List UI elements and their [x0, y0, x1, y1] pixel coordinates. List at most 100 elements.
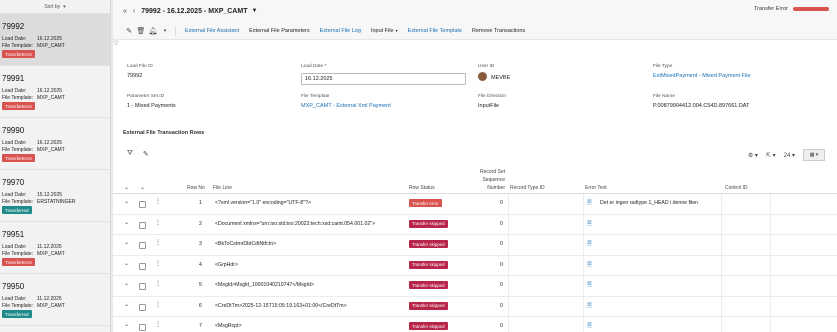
- main-panel: « ‹ 79992 - 16.12.2025 - MXP_CAMT ▼ Tran…: [113, 0, 837, 332]
- row-status-badge: Transfer skipped: [409, 260, 448, 269]
- file-template-line: File Template: ERSTATNINGER: [2, 199, 110, 206]
- file-line-text: <BkToCstmrDbtCdtNtfctn>: [215, 241, 277, 247]
- table-row[interactable]: ⌄ ⋮ 5 <MsgId>Msgld_10001040210747</MsgId> Tr…: [113, 276, 837, 297]
- meta-value: 16.12.2025: [37, 36, 63, 42]
- grid-view-toggle[interactable]: ▦ ▾: [803, 149, 825, 161]
- select-all-icon[interactable]: ⌄: [140, 184, 145, 191]
- col-row-status[interactable]: Row Status: [409, 185, 435, 191]
- column-divider: [770, 255, 771, 275]
- field-label: File Name: [653, 94, 675, 99]
- table-row[interactable]: ⌄ ⋮ 1 <?xml version="1.0" encoding="UTF-8"?…: [113, 194, 837, 215]
- table-row[interactable]: ⌄ ⋮ 2 <Document xmlns="urn:iso:std:iso:2002…: [113, 214, 837, 235]
- remove-transactions-button[interactable]: Remove Transactions: [468, 26, 529, 36]
- external-file-assistant-button[interactable]: External File Assistant: [181, 26, 243, 36]
- favorite-icon[interactable]: ♡: [113, 40, 118, 47]
- row-menu-icon[interactable]: ⋮: [155, 321, 161, 328]
- notification-bell-icon[interactable]: 🔔︎: [148, 26, 158, 36]
- chevron-down-icon[interactable]: ▾: [160, 26, 170, 36]
- sequence-number: 0: [500, 323, 503, 329]
- external-file-parameters-button[interactable]: External File Parameters: [245, 26, 314, 36]
- record-card[interactable]: 79992 Load Date: 16.12.2025 File Template: M…: [0, 14, 110, 66]
- col-record-set-seq[interactable]: Record Set Sequence Number: [469, 168, 505, 192]
- external-file-template-button[interactable]: External File Template: [404, 26, 466, 36]
- column-divider: [770, 214, 771, 234]
- document-icon[interactable]: 🗎: [587, 239, 592, 249]
- meta-value: MXP_CAMT: [37, 302, 65, 309]
- record-card[interactable]: 79950 Load Date: 11.12.2025 File Template: M…: [0, 274, 110, 326]
- record-card[interactable]: 79970 Load Date: 15.12.2025 File Template: E…: [0, 170, 110, 222]
- table-row[interactable]: ⌄ ⋮ 4 <GrpHdr> Transfer skipped 0 🗎: [113, 255, 837, 276]
- load-date-input[interactable]: 16.12.2025: [301, 73, 466, 85]
- expand-row-icon[interactable]: ⌄: [124, 198, 129, 205]
- title-dropdown-icon[interactable]: ▼: [251, 8, 257, 14]
- column-divider: [508, 235, 509, 255]
- export-icon[interactable]: ⇱ ▾: [766, 152, 776, 159]
- file-line-text: <GrpHdr>: [215, 261, 239, 268]
- row-checkbox[interactable]: [139, 201, 146, 208]
- navigate-prev-icon[interactable]: ‹: [133, 8, 135, 15]
- file-line-text: <Document xmlns="urn:iso:std:iso:20022:t…: [215, 220, 376, 227]
- file-type-link[interactable]: ExtMixedPayment - Mixed Payment File: [653, 73, 751, 79]
- file-template-link[interactable]: MXP_CAMT - External Xml Payment: [301, 103, 391, 109]
- sort-control[interactable]: Sort by ▾: [0, 0, 110, 14]
- sort-label: Sort by: [44, 3, 61, 10]
- row-menu-icon[interactable]: ⋮: [155, 301, 161, 308]
- col-record-type-id[interactable]: Record Type ID: [510, 185, 545, 191]
- expand-row-icon[interactable]: ⌄: [124, 219, 129, 226]
- expand-row-icon[interactable]: ⌄: [124, 239, 129, 246]
- field-value: MEVBE: [491, 74, 511, 81]
- expand-row-icon[interactable]: ⌄: [124, 280, 129, 287]
- field-label: User ID: [478, 64, 495, 69]
- record-card[interactable]: 79951 Load Date: 11.12.2025 File Template: M…: [0, 222, 110, 274]
- document-icon[interactable]: 🗎: [587, 198, 592, 208]
- edit-icon[interactable]: ✎: [143, 150, 149, 158]
- row-menu-icon[interactable]: ⋮: [155, 239, 161, 246]
- external-file-log-button[interactable]: External File Log: [316, 26, 365, 36]
- document-icon[interactable]: 🗎: [587, 260, 592, 270]
- document-icon[interactable]: 🗎: [587, 219, 592, 229]
- row-checkbox[interactable]: [139, 242, 146, 249]
- row-checkbox[interactable]: [139, 283, 146, 290]
- filter-icon[interactable]: ⛛: [127, 150, 133, 158]
- column-divider: [508, 296, 509, 316]
- table-row[interactable]: ⌄ ⋮ 3 <BkToCstmrDbtCdtNtfctn> Transfer skipp…: [113, 235, 837, 256]
- col-row-no[interactable]: Row No: [187, 185, 205, 191]
- row-menu-icon[interactable]: ⋮: [155, 280, 161, 287]
- navigate-first-icon[interactable]: «: [123, 8, 127, 15]
- transaction-rows-table: ⌄ ⌄ Row No File Line Row Status Record S…: [113, 166, 837, 332]
- page-size-select[interactable]: 24 ▾: [784, 152, 795, 159]
- document-icon[interactable]: 🗎: [587, 301, 592, 311]
- row-menu-icon[interactable]: ⋮: [155, 260, 161, 267]
- col-file-line[interactable]: File Line: [213, 185, 232, 191]
- document-icon[interactable]: 🗎: [587, 280, 592, 290]
- row-checkbox[interactable]: [139, 324, 146, 331]
- record-id: 79950: [2, 282, 25, 291]
- expand-row-icon[interactable]: ⌄: [124, 260, 129, 267]
- table-row[interactable]: ⌄ ⋮ 6 <CreDtTm>2025-12-15T15:05:19.163+01:0…: [113, 296, 837, 317]
- expand-row-icon[interactable]: ⌄: [124, 321, 129, 328]
- row-menu-icon[interactable]: ⋮: [155, 198, 161, 205]
- col-control-id[interactable]: Control ID: [725, 185, 748, 191]
- row-status-badge: Transfer skipped: [409, 301, 448, 310]
- record-card[interactable]: 79990 Load Date: 16.12.2025 File Template: M…: [0, 118, 110, 170]
- file-template-line: File Template: MXP_CAMT: [2, 303, 110, 310]
- record-card[interactable]: 79991 Load Date: 16.12.2025 File Template: M…: [0, 66, 110, 118]
- row-status-badge: Transfer error: [409, 199, 442, 207]
- table-row[interactable]: ⌄ ⋮ 7 <MsgRcpt> Transfer skipped 0 🗎: [113, 317, 837, 332]
- document-icon[interactable]: 🗎: [587, 321, 592, 331]
- expand-row-icon[interactable]: ⌄: [124, 301, 129, 308]
- row-checkbox[interactable]: [139, 303, 146, 311]
- settings-gear-icon[interactable]: ⚙ ▾: [748, 152, 758, 159]
- edit-icon[interactable]: ✎: [124, 26, 134, 36]
- input-file-menu-button[interactable]: Input File ▾: [367, 26, 402, 36]
- col-error-text[interactable]: Error Text: [585, 185, 607, 191]
- meta-label: File Template:: [2, 146, 34, 153]
- meta-label: File Template:: [2, 250, 34, 257]
- row-checkbox[interactable]: [139, 221, 146, 229]
- expand-all-icon[interactable]: ⌄: [124, 184, 129, 191]
- file-template-line: File Template: MXP_CAMT: [2, 147, 110, 154]
- column-divider: [583, 276, 584, 296]
- row-checkbox[interactable]: [139, 262, 146, 270]
- delete-icon[interactable]: 🗑: [136, 26, 146, 36]
- row-menu-icon[interactable]: ⋮: [155, 219, 161, 226]
